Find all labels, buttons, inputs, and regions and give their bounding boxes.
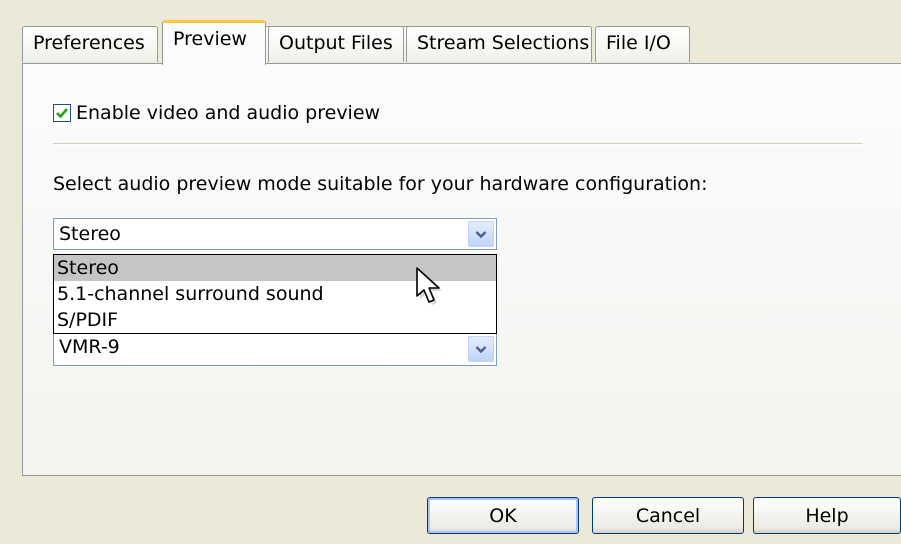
tab-output-files[interactable]: Output Files (268, 26, 404, 62)
tab-label: Stream Selections (417, 32, 590, 54)
checkmark-icon (56, 108, 68, 119)
separator (53, 143, 863, 145)
cancel-button[interactable]: Cancel (592, 497, 744, 534)
audio-mode-value: Stereo (59, 223, 121, 245)
ok-button[interactable]: OK (427, 497, 579, 534)
tab-label: Preview (173, 28, 247, 50)
audio-mode-option-spdif[interactable]: S/PDIF (54, 307, 496, 333)
enable-preview-checkbox[interactable] (53, 104, 71, 122)
help-button[interactable]: Help (753, 497, 901, 534)
audio-mode-combobox[interactable]: Stereo (53, 218, 497, 250)
chevron-down-icon (475, 345, 487, 353)
chevron-down-icon (475, 230, 487, 238)
enable-preview-row[interactable]: Enable video and audio preview (53, 102, 380, 124)
mouse-pointer-icon (416, 267, 442, 305)
tab-file-io[interactable]: File I/O (595, 26, 690, 62)
tab-preferences[interactable]: Preferences (22, 26, 158, 62)
tab-label: File I/O (606, 32, 671, 54)
tab-stream-selections[interactable]: Stream Selections (406, 26, 592, 62)
tab-preview[interactable]: Preview (162, 20, 266, 65)
tab-label: Output Files (279, 32, 393, 54)
video-renderer-dropdown-button[interactable] (468, 336, 494, 362)
video-renderer-combobox[interactable]: VMR-9 (53, 333, 497, 366)
tab-label: Preferences (33, 32, 145, 54)
video-renderer-value: VMR-9 (59, 336, 120, 358)
audio-mode-label: Select audio preview mode suitable for y… (53, 173, 708, 195)
enable-preview-label: Enable video and audio preview (76, 102, 381, 124)
audio-mode-dropdown-button[interactable] (468, 221, 494, 247)
